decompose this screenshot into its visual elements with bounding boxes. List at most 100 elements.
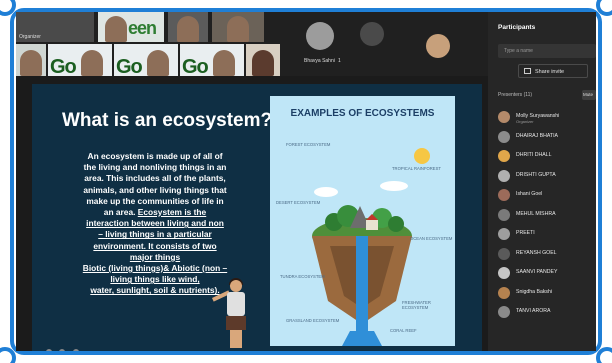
participant-row[interactable]: TANVI ARORA (496, 303, 596, 323)
body-line: animals, and other living things that (83, 184, 227, 195)
participant-name: DHRITI DHALL (516, 152, 552, 158)
infographic-label: TROPICAL RAINFOREST (392, 166, 441, 171)
participant-row[interactable]: DRISHTI GUPTA (496, 167, 596, 187)
tile-background-text: Go (50, 56, 77, 76)
presenters-section-label: Presenters (11) (498, 92, 533, 98)
participant-row[interactable]: SAANVI PANDEY (496, 264, 596, 284)
participant-avatar[interactable] (360, 22, 384, 46)
avatar (498, 286, 510, 299)
slide-controls (46, 342, 106, 351)
infographic-label: DESERT ECOSYSTEM (276, 200, 321, 205)
participant-video (227, 16, 249, 42)
avatar (498, 228, 510, 240)
participant-avatar[interactable] (306, 22, 334, 50)
slide-title: What is an ecosystem? (62, 110, 273, 131)
tile-background-text: Go (182, 56, 209, 76)
participant-name: DRISHTI GUPTA (516, 171, 556, 178)
ecosystem-infographic: EXAMPLES OF ECOSYSTEMS FOREST ECOSYSTEM (270, 96, 455, 346)
video-tile[interactable] (168, 12, 208, 42)
participant-video (252, 50, 274, 76)
participant-search-input[interactable]: Type a name (498, 44, 596, 58)
video-tile[interactable]: een (98, 12, 164, 42)
infographic-label: FRESHWATER ECOSYSTEM (402, 300, 431, 310)
video-tile[interactable]: Go (114, 44, 178, 76)
avatar (498, 150, 510, 162)
video-tile[interactable] (16, 44, 46, 76)
infographic-label: CORAL REEF (390, 328, 417, 333)
participant-video (213, 50, 235, 76)
avatar (498, 189, 510, 201)
share-icon (524, 68, 531, 74)
share-invite-button[interactable]: Share invite (518, 64, 588, 78)
participant-avatar[interactable] (426, 34, 450, 58)
panel-title: Participants (498, 24, 536, 31)
avatar (498, 208, 510, 221)
participant-row[interactable]: Molly Suryawanshi Organizer (496, 108, 596, 128)
body-line-underlined: – living things in a particular (98, 229, 212, 240)
participants-panel: Participants Type a name Share invite Pr… (488, 12, 596, 351)
participant-video (81, 50, 103, 76)
body-line-underlined: major things (129, 251, 181, 262)
body-line-underlined: Ecosystem is the (137, 207, 207, 218)
tile-background-text: een (128, 18, 157, 38)
participant-name: MEHUL MISHRA (516, 210, 556, 217)
participant-name: DHAIRAJ BHATIA (516, 132, 558, 139)
body-line: make up the communities of life in (86, 195, 224, 206)
video-tile[interactable]: Go (180, 44, 244, 76)
participant-row[interactable]: DHAIRAJ BHATIA (496, 128, 596, 148)
participant-row[interactable]: DHRITI DHALL (496, 147, 596, 167)
video-tile[interactable] (212, 12, 264, 42)
participant-row[interactable]: MEHUL MISHRA (496, 206, 596, 226)
body-line: area. This includes all of the plants, (84, 173, 226, 184)
avatar (498, 267, 510, 279)
body-line: the living and nonliving things in an (83, 162, 227, 173)
participant-row[interactable]: REYANSH GOEL (496, 245, 596, 265)
avatar (498, 247, 510, 260)
self-view-label: Bhavya Sahni (304, 58, 335, 64)
participant-video (20, 50, 42, 76)
body-line-underlined: environment. It consists of two (93, 240, 217, 251)
self-view-count: 1 (338, 58, 341, 64)
infographic-label: GRASSLAND ECOSYSTEM (286, 318, 340, 323)
infographic-label: FOREST ECOSYSTEM (286, 142, 331, 147)
next-slide-icon[interactable] (72, 349, 79, 351)
infographic-label: TUNDRA ECOSYSTEM (280, 274, 325, 279)
participant-name: PREETI (516, 230, 535, 236)
avatar (498, 169, 510, 182)
participant-video (147, 50, 169, 76)
infographic-label: OCEAN ECOSYSTEM (410, 236, 453, 241)
tile-caption: Organizer (19, 34, 41, 40)
participant-video (177, 16, 199, 42)
shared-slide: What is an ecosystem? An ecosystem is ma… (32, 84, 482, 351)
avatar (498, 306, 510, 318)
pen-icon[interactable] (59, 349, 66, 351)
mute-all-button[interactable]: Mute (582, 90, 596, 100)
participant-name: SAANVI PANDEY (516, 269, 558, 275)
share-invite-label: Share invite (535, 69, 565, 75)
avatar (498, 111, 510, 123)
participant-video (105, 16, 127, 42)
participant-name: REYANSH GOEL (516, 249, 557, 256)
participant-role: Organizer (516, 119, 534, 124)
avatar (498, 130, 510, 143)
prev-slide-icon[interactable] (46, 349, 52, 351)
body-line-underlined: Biotic (living things)& Abiotic (non – (82, 263, 228, 274)
frame-corner (596, 347, 612, 363)
participant-row[interactable]: Snigdha Bakshi (496, 284, 596, 304)
body-line-underlined: interaction between living and non (86, 218, 224, 229)
participant-name: TANVI ARORA (516, 308, 551, 314)
participant-list: Molly Suryawanshi Organizer DHAIRAJ BHAT… (496, 108, 596, 323)
participant-name: Snigdha Bakshi (516, 288, 553, 295)
body-line-start: an area. (103, 207, 136, 218)
meeting-window: Organizer een Go Go Go Bhavya Sahni 1 Wh… (16, 12, 596, 351)
body-line: an area. Ecosystem is the (50, 207, 260, 218)
tile-background-text: Go (116, 56, 143, 76)
video-tile[interactable]: Go (48, 44, 112, 76)
participant-name: Ishani Goel (516, 191, 543, 197)
body-line: An ecosystem is made up of all of (87, 151, 223, 161)
participant-row[interactable]: PREETI (496, 225, 596, 245)
video-tile[interactable]: Organizer (16, 12, 94, 42)
video-strip: Organizer een Go Go Go Bhavya Sahni 1 (16, 12, 488, 76)
video-tile[interactable] (246, 44, 280, 76)
participant-row[interactable]: Ishani Goel (496, 186, 596, 206)
